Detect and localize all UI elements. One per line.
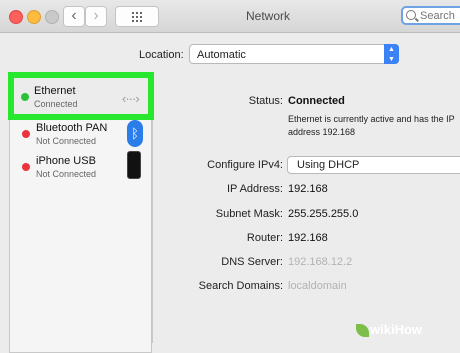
service-status: Not Connected bbox=[36, 136, 97, 146]
bluetooth-icon: ᛒ bbox=[127, 120, 143, 147]
subnet-mask-value: 255.255.255.0 bbox=[288, 208, 359, 220]
wikihow-leaf-icon bbox=[356, 324, 369, 337]
search-input[interactable] bbox=[420, 9, 460, 23]
search-domains-value: localdomain bbox=[288, 280, 347, 292]
dns-server-value: 192.168.12.2 bbox=[288, 256, 353, 268]
window-title: Network bbox=[245, 9, 290, 23]
configure-ipv4-value: Using DHCP bbox=[297, 159, 360, 171]
ip-address-value: 192.168 bbox=[288, 183, 328, 195]
configure-ipv4-label: Configure IPv4: bbox=[207, 159, 283, 171]
window-titlebar: ‹ › Network bbox=[0, 0, 460, 33]
configure-ipv4-select[interactable]: Using DHCP bbox=[287, 156, 460, 174]
status-description: Ethernet is currently active and has the… bbox=[288, 114, 455, 137]
router-label: Router: bbox=[246, 232, 283, 244]
search-icon bbox=[406, 10, 416, 20]
wikihow-watermark: wikiHow bbox=[356, 322, 423, 337]
subnet-mask-label: Subnet Mask: bbox=[215, 208, 283, 220]
router-value: 192.168 bbox=[288, 232, 328, 244]
watermark-text: wikiHow bbox=[370, 322, 423, 337]
ip-address-label: IP Address: bbox=[226, 183, 283, 195]
location-value: Automatic bbox=[197, 49, 246, 61]
service-item-bluetooth-pan[interactable]: Bluetooth PAN Not Connected ᛒ bbox=[10, 116, 151, 152]
location-label: Location: bbox=[139, 49, 184, 61]
service-name: Bluetooth PAN bbox=[36, 122, 108, 134]
status-dot-red bbox=[22, 130, 30, 138]
search-domains-label: Search Domains: bbox=[198, 280, 283, 292]
chevron-updown-icon: ▲ ▼ bbox=[384, 44, 399, 64]
search-field[interactable] bbox=[401, 6, 460, 25]
status-value: Connected bbox=[288, 95, 345, 107]
location-select[interactable]: Automatic ▲ ▼ bbox=[189, 44, 399, 64]
dns-server-label: DNS Server: bbox=[221, 256, 283, 268]
status-label: Status: bbox=[248, 95, 283, 107]
